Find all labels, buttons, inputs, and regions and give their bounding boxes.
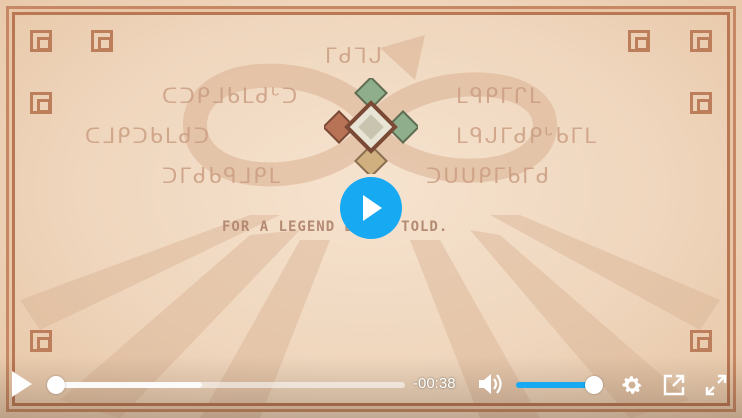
play-icon xyxy=(12,371,32,397)
corner-ornament xyxy=(690,30,712,52)
corner-ornament xyxy=(690,92,712,114)
popout-button[interactable] xyxy=(662,373,686,397)
glyph-text: ᑕᑐᑭᒧᑲᒪᑯᒡᑐ xyxy=(162,84,300,108)
play-button[interactable] xyxy=(10,370,34,398)
corner-ornament xyxy=(30,30,52,52)
volume-icon xyxy=(479,374,502,394)
corner-ornament xyxy=(30,330,52,352)
fullscreen-button[interactable] xyxy=(704,373,728,397)
glyph-text: ᑐᒥᑯᑲᑫᒧᑭᒪ xyxy=(162,164,283,188)
video-player[interactable]: ᒥᑯᒣᒍ ᑕᑐᑭᒧᑲᒪᑯᒡᑐ ᒪᑫᑭᒥᒋᒪ ᑕᒧᑭᑐᑲᒪᑯᑐ ᒪᑫᒍᒥᑯᑭᒡᑲᒥ… xyxy=(0,0,742,418)
glyph-text: ᒪᑫᒍᒥᑯᑭᒡᑲᒥᒪ xyxy=(456,124,598,148)
corner-ornament xyxy=(690,330,712,352)
volume-button[interactable] xyxy=(478,372,504,396)
progress-buffered xyxy=(55,382,202,388)
glyph-text: ᑕᒧᑭᑐᑲᒪᑯᑐ xyxy=(85,124,212,148)
play-icon xyxy=(363,195,382,221)
volume-level xyxy=(516,382,594,388)
big-play-button[interactable] xyxy=(340,177,402,239)
corner-ornament xyxy=(30,92,52,114)
progress-scrubber[interactable] xyxy=(47,376,65,394)
glyph-text: ᑐᑌᑌᑭᒥᑲᒥᑯ xyxy=(426,164,552,188)
volume-handle[interactable] xyxy=(585,376,603,394)
corner-ornament xyxy=(628,30,650,52)
control-bar: -00:38 xyxy=(0,356,742,418)
glyph-text: ᒥᑯᒣᒍ xyxy=(325,44,384,68)
time-remaining: -00:38 xyxy=(413,375,456,392)
settings-button[interactable] xyxy=(620,373,644,397)
corner-ornament xyxy=(91,30,113,52)
volume-slider[interactable] xyxy=(516,382,594,388)
fullscreen-icon xyxy=(705,374,727,396)
popout-icon xyxy=(663,374,685,396)
glyph-text: ᒪᑫᑭᒥᒋᒪ xyxy=(456,84,543,108)
gear-icon xyxy=(622,376,642,394)
progress-bar[interactable] xyxy=(55,382,405,388)
gem-emblem xyxy=(324,78,418,174)
